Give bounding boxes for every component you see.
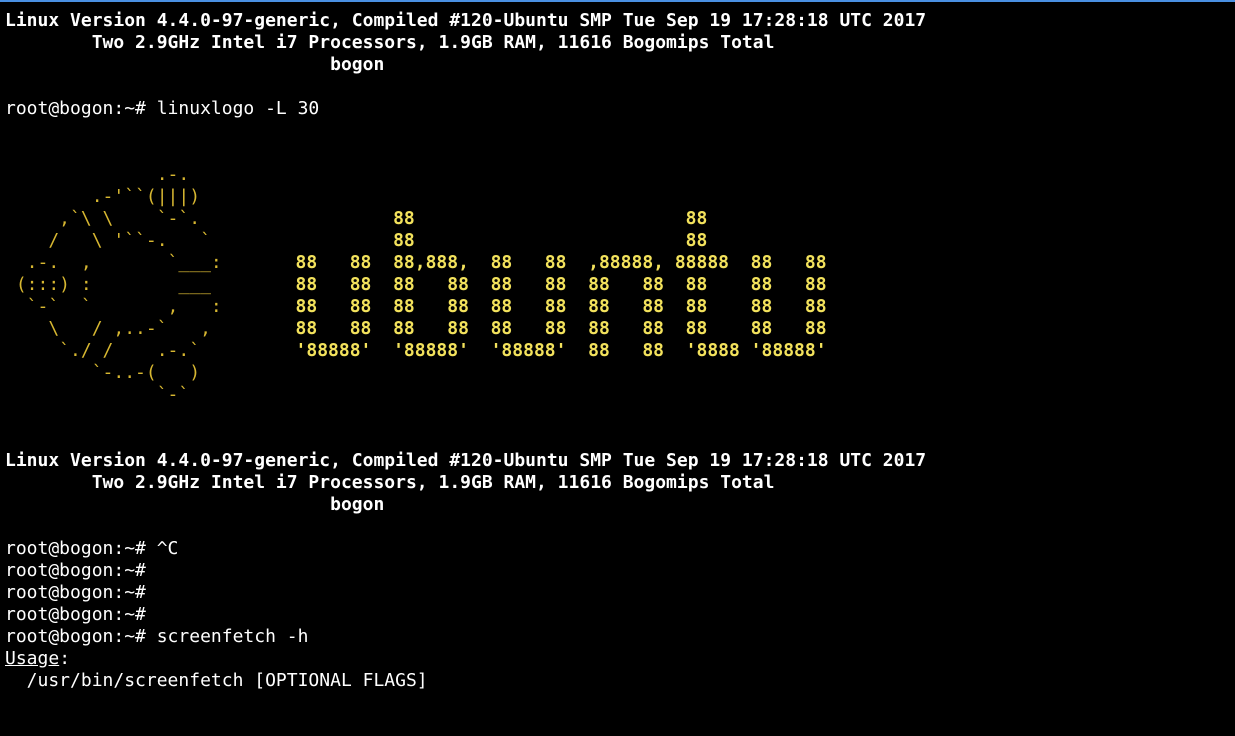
system-info-version: Linux Version 4.4.0-97-generic, Compiled… [5, 10, 927, 31]
prompt-line: root@bogon:~# [5, 604, 146, 625]
wordmark-row: 88 88 [198, 230, 708, 251]
system-info-hardware: Two 2.9GHz Intel i7 Processors, 1.9GB RA… [5, 32, 775, 53]
penguin-row: `./ / .-.` [5, 340, 201, 361]
wordmark-row [198, 164, 827, 186]
usage-heading: Usage: [5, 648, 70, 670]
wordmark-row: 88 88 88 88 88 88 88 88 88 88 88 [198, 296, 827, 317]
wordmark-row: '88888' '88888' '88888' 88 88 '8888 '888… [198, 340, 827, 361]
ascii-penguin-art: .-. .-'``(|||) ,`\ \ `-`. / \ '``-. ` .-… [5, 164, 222, 406]
prompt-line: root@bogon:~# [5, 582, 146, 603]
wordmark-row: 88 88 88 88 88 88 88 88 88 88 88 [198, 274, 827, 295]
system-info-version: Linux Version 4.4.0-97-generic, Compiled… [5, 450, 927, 471]
penguin-row: \ / ,..-` , [5, 318, 211, 339]
penguin-row: .-. [5, 164, 190, 185]
penguin-row: .-'``(|||) [5, 186, 201, 207]
command-line-linuxlogo: root@bogon:~# linuxlogo -L 30 [5, 98, 320, 119]
wordmark-row: 88 88 [198, 208, 708, 229]
command-line-screenfetch: root@bogon:~# screenfetch -h [5, 626, 309, 647]
system-info-hardware: Two 2.9GHz Intel i7 Processors, 1.9GB RA… [5, 472, 775, 493]
wordmark-row [198, 362, 827, 384]
prompt-line: root@bogon:~# [5, 560, 146, 581]
ascii-linux-wordmark: 88 88 88 88 88 88 88,888, 88 88 ,88888, … [198, 164, 827, 406]
penguin-row: .-. , `___: [5, 252, 222, 273]
wordmark-row: 88 88 88 88 88 88 88 88 88 88 88 [198, 318, 827, 339]
penguin-row: ,`\ \ `-`. [5, 208, 201, 229]
penguin-row: `-..-( ) [5, 362, 201, 383]
penguin-row: `-` [5, 384, 190, 405]
penguin-row: / \ '``-. ` [5, 230, 211, 251]
wordmark-row: 88 88 88,888, 88 88 ,88888, 88888 88 88 [198, 252, 827, 273]
usage-colon: : [59, 648, 71, 669]
system-info-hostname: bogon [5, 54, 385, 75]
wordmark-row [198, 384, 827, 406]
terminal-window[interactable]: Linux Version 4.4.0-97-generic, Compiled… [0, 0, 1235, 736]
usage-label: Usage [5, 648, 60, 669]
penguin-row: (:::) : ___ [5, 274, 211, 295]
usage-command: /usr/bin/screenfetch [OPTIONAL FLAGS] [5, 670, 428, 691]
penguin-row: `-` ` , : [5, 296, 222, 317]
system-info-hostname: bogon [5, 494, 385, 515]
wordmark-row [198, 186, 827, 208]
prompt-line: root@bogon:~# ^C [5, 538, 179, 559]
